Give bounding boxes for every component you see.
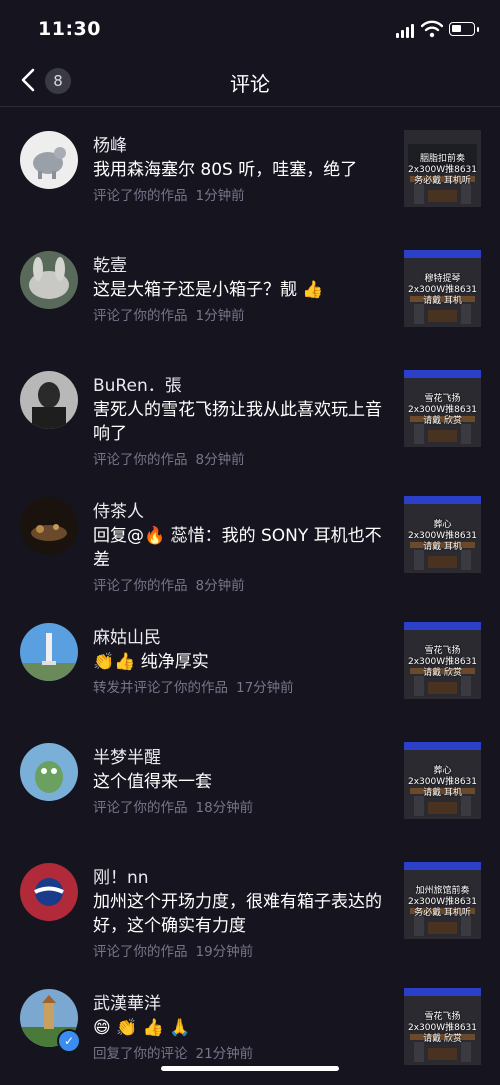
comment-meta: 评论了你的作品 18分钟前	[93, 796, 261, 816]
thumb-caption-line: 2x300W推8631	[407, 777, 478, 787]
avatar[interactable]	[20, 131, 78, 189]
user-name[interactable]: 半梦半醒	[93, 743, 161, 768]
comment-meta: 评论了你的作品 1分钟前	[93, 304, 253, 324]
user-name[interactable]: 侍茶人	[93, 497, 144, 522]
work-thumbnail[interactable]: 葬心 2x300W推8631 请戴 耳机	[404, 742, 481, 819]
comment-action: 评论了你的作品	[93, 944, 188, 960]
thumb-caption-line: 葬心	[433, 520, 452, 530]
user-name[interactable]: BuRen．張	[93, 371, 182, 396]
comment-text: 😄 👏 👍 🙏	[93, 1018, 191, 1038]
avatar[interactable]	[20, 251, 78, 309]
comment-meta: 评论了你的作品 8分钟前	[93, 448, 253, 468]
comment-text: 这是大箱子还是小箱子？靓 👍	[93, 280, 324, 300]
battery-icon	[449, 22, 475, 36]
page-title: 评论	[230, 72, 270, 96]
comment-action: 评论了你的作品	[93, 800, 188, 816]
user-name[interactable]: 武漢華洋	[93, 989, 161, 1014]
thumb-caption-line: 2x300W推8631	[407, 405, 478, 415]
thumb-caption-line: 雪花飞扬	[424, 1012, 461, 1022]
thumb-caption-line: 请戴 耳机	[423, 542, 462, 552]
comment-item[interactable]: 乾壹 这是大箱子还是小箱子？靓 👍 评论了你的作品 1分钟前 穆特提琴 2x300W…	[0, 227, 500, 347]
comment-action: 评论了你的作品	[93, 578, 188, 594]
comment-time: 19分钟前	[195, 944, 254, 960]
thumb-caption-line: 请戴 耳机	[423, 296, 462, 306]
work-thumbnail[interactable]: 雪花飞扬 2x300W推8631 请戴 欣赏	[404, 988, 481, 1065]
status-time: 11:30	[38, 18, 101, 40]
status-bar: 11:30	[0, 0, 500, 56]
user-name[interactable]: 乾壹	[93, 251, 127, 276]
comment-time: 18分钟前	[195, 800, 254, 816]
thumb-caption-line: 务必戴 耳机听	[414, 176, 471, 186]
thumb-caption-line: 2x300W推8631	[407, 165, 478, 175]
comment-time: 8分钟前	[195, 452, 245, 468]
home-indicator[interactable]	[161, 1066, 339, 1071]
comment-text: 害死人的雪花飞扬让我从此喜欢玩上音响了	[93, 400, 382, 444]
thumb-caption-line: 务必戴 耳机听	[414, 908, 471, 918]
thumb-caption-line: 请戴 耳机	[423, 788, 462, 798]
thumb-caption-line: 2x300W推8631	[407, 531, 478, 541]
avatar[interactable]	[20, 371, 78, 429]
user-name[interactable]: 刚！nn	[93, 863, 149, 888]
comment-meta: 转发并评论了你的作品 17分钟前	[93, 676, 302, 696]
comment-text: 👏👍 纯净厚实	[93, 652, 209, 672]
comment-meta: 评论了你的作品 8分钟前	[93, 574, 253, 594]
thumb-caption-line: 2x300W推8631	[407, 897, 478, 907]
comment-text: 加州这个开场力度，很难有箱子表达的好，这个确实有力度	[93, 892, 382, 936]
comment-time: 1分钟前	[195, 188, 245, 204]
comment-action: 评论了你的作品	[93, 188, 188, 204]
thumb-caption-line: 请戴 欣赏	[423, 416, 462, 426]
comment-action: 评论了你的作品	[93, 308, 188, 324]
thumb-caption-line: 请戴 欣赏	[423, 1034, 462, 1044]
comment-item[interactable]: 半梦半醒 这个值得来一套 评论了你的作品 18分钟前 葬心 2x300W推8631 请…	[0, 719, 500, 839]
verified-badge-icon: ✓	[57, 1029, 81, 1053]
work-thumbnail[interactable]: 雪花飞扬 2x300W推8631 请戴 欣赏	[404, 370, 481, 447]
comment-time: 17分钟前	[236, 680, 294, 696]
signal-icon	[396, 24, 414, 38]
comment-item[interactable]: 麻姑山民 👏👍 纯净厚实 转发并评论了你的作品 17分钟前 雪花飞扬 2x300W推…	[0, 599, 500, 719]
header: 8 评论	[0, 56, 500, 106]
work-thumbnail[interactable]: 葬心 2x300W推8631 请戴 耳机	[404, 496, 481, 573]
comment-action: 评论了你的作品	[93, 452, 188, 468]
work-thumbnail[interactable]: 胭脂扣前奏 2x300W推8631 务必戴 耳机听	[404, 130, 481, 207]
avatar[interactable]	[20, 497, 78, 555]
thumb-caption-line: 2x300W推8631	[407, 1023, 478, 1033]
comment-item[interactable]: BuRen．張 害死人的雪花飞扬让我从此喜欢玩上音响了 评论了你的作品 8分钟前 …	[0, 347, 500, 473]
thumb-caption-line: 雪花飞扬	[424, 646, 461, 656]
comment-list: 杨峰 我用森海塞尔 80S 听，哇塞，绝了 评论了你的作品 1分钟前 胭脂扣前奏 2…	[0, 107, 500, 1085]
work-thumbnail[interactable]: 雪花飞扬 2x300W推8631 请戴 欣赏	[404, 622, 481, 699]
thumb-caption-line: 葬心	[433, 766, 452, 776]
battery-tip	[477, 27, 479, 32]
comment-time: 8分钟前	[195, 578, 245, 594]
avatar[interactable]	[20, 743, 78, 801]
comment-action: 转发并评论了你的作品	[93, 680, 228, 696]
comment-time: 1分钟前	[195, 308, 245, 324]
thumb-caption-line: 穆特提琴	[424, 274, 461, 284]
comment-meta: 评论了你的作品 1分钟前	[93, 184, 253, 204]
comment-item[interactable]: 侍茶人 回复@🔥 蕊惜：我的 SONY 耳机也不差 评论了你的作品 8分钟前 葬心…	[0, 473, 500, 599]
comment-text: 回复@🔥 蕊惜：我的 SONY 耳机也不差	[93, 526, 382, 570]
avatar[interactable]	[20, 863, 78, 921]
comment-meta: 回复了你的评论 21分钟前	[93, 1042, 261, 1062]
thumb-caption-line: 请戴 欣赏	[423, 668, 462, 678]
comment-text: 我用森海塞尔 80S 听，哇塞，绝了	[93, 160, 358, 180]
work-thumbnail[interactable]: 穆特提琴 2x300W推8631 请戴 耳机	[404, 250, 481, 327]
avatar[interactable]	[20, 623, 78, 681]
comment-time: 21分钟前	[195, 1046, 254, 1062]
thumb-caption-line: 胭脂扣前奏	[419, 154, 465, 164]
user-name[interactable]: 杨峰	[93, 131, 127, 156]
comment-item[interactable]: 杨峰 我用森海塞尔 80S 听，哇塞，绝了 评论了你的作品 1分钟前 胭脂扣前奏 2…	[0, 107, 500, 227]
user-name[interactable]: 麻姑山民	[93, 623, 161, 648]
comment-text: 这个值得来一套	[93, 772, 212, 792]
comment-meta: 评论了你的作品 19分钟前	[93, 940, 261, 960]
thumb-caption-line: 雪花飞扬	[424, 394, 461, 404]
wifi-icon	[421, 20, 443, 38]
thumb-caption-line: 2x300W推8631	[407, 285, 478, 295]
comment-item[interactable]: 刚！nn 加州这个开场力度，很难有箱子表达的好，这个确实有力度 评论了你的作品 1…	[0, 839, 500, 965]
thumb-caption-line: 2x300W推8631	[407, 657, 478, 667]
comment-action: 回复了你的评论	[93, 1046, 188, 1062]
work-thumbnail[interactable]: 加州旅馆前奏 2x300W推8631 务必戴 耳机听	[404, 862, 481, 939]
thumb-caption-line: 加州旅馆前奏	[415, 886, 470, 896]
